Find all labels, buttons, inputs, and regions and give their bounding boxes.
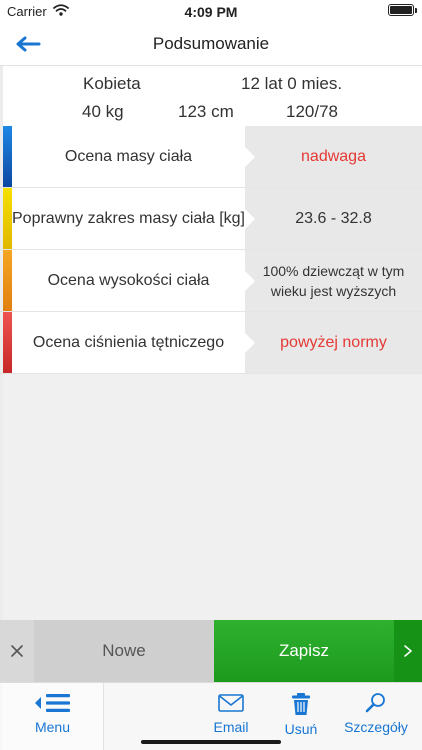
battery-icon [388,4,417,16]
result-row-weight[interactable]: Ocena masy ciała nadwaga [0,126,422,188]
search-icon [365,693,385,713]
row-notch [245,333,255,353]
result-row-weight-range[interactable]: Poprawny zakres masy ciała [kg] 23.6 - 3… [0,188,422,250]
result-value: 23.6 - 32.8 [245,188,422,249]
result-value: nadwaga [245,126,422,187]
status-bar: Carrier 4:09 PM [0,0,422,22]
chevron-right-icon [404,645,412,657]
navigation-bar: Podsumowanie [0,22,422,66]
save-button[interactable]: Zapisz [214,620,394,682]
result-row-height[interactable]: Ocena wysokości ciała 100% dziewcząt w t… [0,250,422,312]
result-row-blood-pressure[interactable]: Ocena ciśnienia tętniczego powyżej normy [0,312,422,374]
summary-content: Kobieta 12 lat 0 mies. 40 kg 123 cm 120/… [0,66,422,620]
result-value: 100% dziewcząt w tym wieku jest wyższych [245,250,422,311]
patient-age: 12 lat 0 mies. [241,74,343,93]
patient-height: 123 cm [178,102,234,121]
tab-label: Email [213,719,249,735]
next-button[interactable] [394,620,422,682]
result-label: Ocena wysokości ciała [12,250,245,311]
patient-blood-pressure: 120/78 [286,102,338,121]
row-color-indicator [3,126,12,187]
tab-details[interactable]: Szczegóły [336,683,416,750]
patient-info: Kobieta 12 lat 0 mies. 40 kg 123 cm 120/… [3,66,422,126]
home-indicator [141,740,281,744]
row-notch [245,209,255,229]
tab-menu[interactable]: Menu [2,683,104,750]
result-value: powyżej normy [245,312,422,373]
tab-bar: Menu Email Usuń Szczegóły [0,682,422,750]
page-title: Podsumowanie [152,34,270,53]
row-color-indicator [3,250,12,311]
result-label: Ocena ciśnienia tętniczego [12,312,245,373]
close-icon [11,645,23,657]
row-notch [245,271,255,291]
clear-button[interactable] [0,620,34,682]
row-notch [245,147,255,167]
action-bar: Nowe Zapisz [0,620,422,682]
row-color-indicator [3,188,12,249]
status-time: 4:09 PM [184,4,238,20]
result-label: Poprawny zakres masy ciała [kg] [12,188,245,249]
new-button[interactable]: Nowe [34,620,214,682]
menu-icon [34,694,70,712]
patient-sex: Kobieta [83,74,141,93]
trash-icon [292,693,310,715]
patient-weight: 40 kg [82,102,124,121]
result-label: Ocena masy ciała [12,126,245,187]
tab-label: Usuń [284,721,318,737]
status-right [388,4,417,16]
row-color-indicator [3,312,12,373]
tab-label: Menu [34,719,71,735]
envelope-icon [218,694,244,712]
results-list: Ocena masy ciała nadwaga Poprawny zakres… [0,126,422,374]
tab-label: Szczegóły [344,719,408,735]
